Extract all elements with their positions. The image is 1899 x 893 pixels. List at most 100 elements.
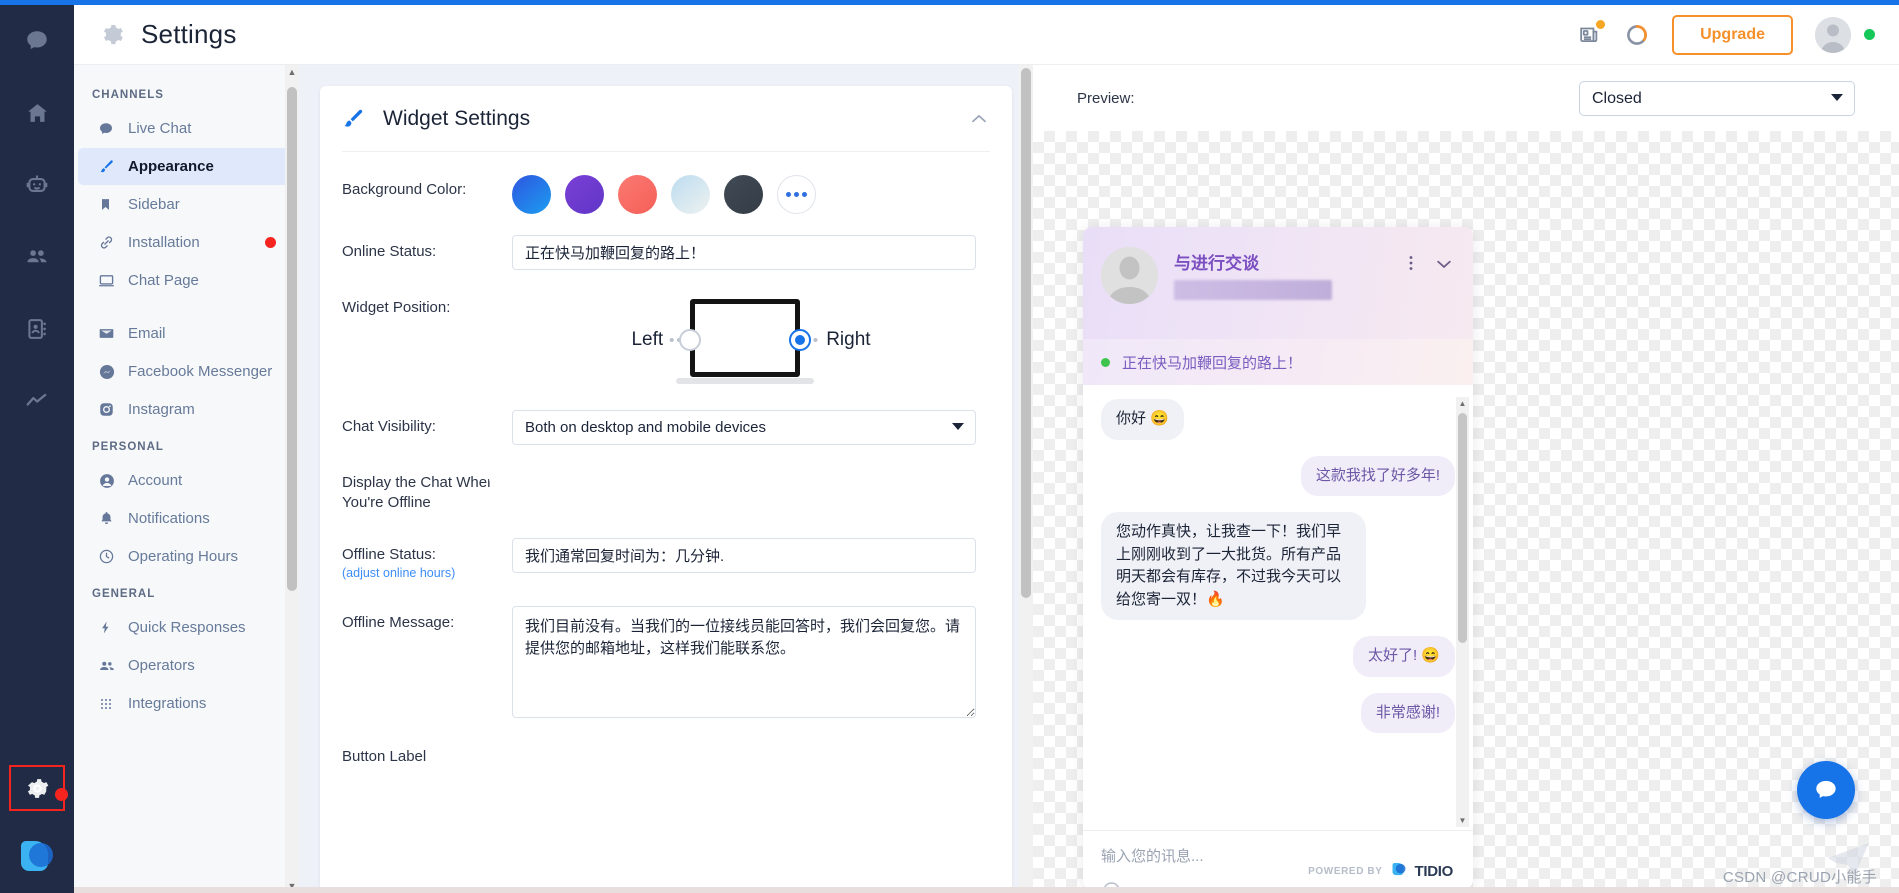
offline-message-textarea[interactable]: 我们目前没有。当我们的一位接线员能回答时，我们会回复您。请提供您的邮箱地址，这样… [512,605,976,718]
header-actions: Upgrade [1577,14,1899,55]
preview-state-select[interactable]: Closed [1579,80,1855,116]
widget-status-text: 正在快马加鞭回复的路上！ [1122,354,1303,372]
gear-icon [98,21,125,48]
bottom-strip [74,887,1899,893]
widget-header-actions [1401,247,1455,339]
widget-position-right-radio[interactable] [788,329,811,351]
laptop-illustration [675,293,814,387]
sidebar-item-label: Quick Responses [128,619,246,636]
chat-visibility-field: Both on desktop and mobile devices [512,410,990,445]
online-status-dot [1864,29,1875,40]
nav-scrollbar[interactable]: ▲ ▼ [285,65,299,893]
message-row: 这款我找了好多年! [1101,455,1455,513]
sidebar-item-instagram[interactable]: Instagram [78,391,290,428]
display-offline-label: Display the Chat When You're Offline [342,474,496,512]
app-root: Settings Upgrade CHANNELS Live Chat Appe… [0,0,1899,893]
row-offline-message: Offline Message: 我们目前没有。当我们的一位接线员能回答时，我们… [342,582,990,723]
sidebar-item-facebook-messenger[interactable]: Facebook Messenger [78,353,290,390]
widget-position-left-radio[interactable] [678,329,701,351]
sidebar-item-operating-hours[interactable]: Operating Hours [78,538,290,575]
rail-item-visitors[interactable] [0,221,74,293]
chat-widget-preview: 与进行交谈 正在快马加鞭回复的路上！ 你好 😄 这款我找了好多年! 您动作真快，… [1083,227,1473,889]
button-label-label: Button Label [342,747,427,765]
color-swatch-coral[interactable] [618,175,657,214]
message-row: 您动作真快，让我查一下！我们早上刚刚收到了一大批货。所有产品明天都会有库存，不过… [1101,512,1455,636]
tidio-logo-icon[interactable] [0,821,74,893]
chat-visibility-select-wrap: Both on desktop and mobile devices [512,410,976,445]
row-chat-visibility: Chat Visibility: Both on desktop and mob… [342,389,990,445]
upgrade-button[interactable]: Upgrade [1672,14,1793,55]
rail-item-home[interactable] [0,77,74,149]
offline-status-label: Offline Status: (adjust online hours) [342,538,512,582]
bell-icon [98,510,122,527]
widget-position-left-label: Left [631,329,664,350]
nav-gap [74,300,298,314]
color-swatch-dark[interactable] [724,175,763,214]
preview-header: Preview: Closed [1033,65,1899,131]
preview-panel: Preview: Closed 与进行交谈 正在快马加鞭回复的路上！ 你好 😄 … [1033,65,1899,893]
color-swatch-list [512,173,990,214]
news-icon[interactable] [1577,20,1606,47]
left-icon-rail [0,5,74,893]
sidebar-item-live-chat[interactable]: Live Chat [78,110,290,147]
color-swatch-blue[interactable] [512,175,551,214]
row-display-offline: Display the Chat When You're Offline [342,445,990,514]
sidebar-item-sidebar[interactable]: Sidebar [78,186,290,223]
adjust-online-hours-link[interactable]: (adjust online hours) [342,565,512,582]
color-swatch-light-blue[interactable] [671,175,710,214]
sidebar-item-account[interactable]: Account [78,462,290,499]
kebab-menu-icon[interactable] [1401,253,1421,278]
widget-position-field: Left •• •• Right [512,291,990,389]
sidebar-item-installation[interactable]: Installation [78,224,290,261]
chat-visibility-select[interactable]: Both on desktop and mobile devices [512,410,976,445]
ellipsis-icon[interactable] [777,175,816,214]
sidebar-item-appearance[interactable]: Appearance [78,148,290,185]
chat-bubble-icon [98,121,122,137]
rail-item-analytics[interactable] [0,365,74,437]
rail-item-chat[interactable] [0,5,74,77]
sidebar-item-label: Account [128,472,183,489]
offline-status-input[interactable] [512,537,976,573]
widget-title: 与进行交谈 [1174,254,1259,273]
rail-item-bots[interactable] [0,149,74,221]
chevron-down-icon[interactable] [1433,253,1455,280]
offline-status-field [512,537,990,573]
sidebar-item-quick-responses[interactable]: Quick Responses [78,609,290,646]
sidebar-item-email[interactable]: Email [78,315,290,352]
avatar[interactable] [1815,16,1875,53]
rail-item-contacts[interactable] [0,293,74,365]
sidebar-item-operators[interactable]: Operators [78,647,290,684]
widget-header-text: 与进行交谈 [1174,247,1401,339]
sidebar-item-chat-page[interactable]: Chat Page [78,262,290,299]
sidebar-item-notifications[interactable]: Notifications [78,500,290,537]
widget-position-picker: Left •• •• Right [512,291,990,389]
progress-ring-icon[interactable] [1624,22,1650,48]
widget-scrollbar[interactable]: ▲ ▼ [1456,397,1469,827]
sidebar-item-label: Live Chat [128,120,192,137]
online-status-input[interactable] [512,235,976,270]
message-row: 你好 😄 [1101,399,1455,456]
nav-group-label: PERSONAL [92,441,164,453]
nav-scrollbar-thumb[interactable] [287,87,297,591]
brush-icon [98,158,122,175]
message-bubble-incoming: 您动作真快，让我查一下！我们早上刚刚收到了一大批货。所有产品明天都会有库存，不过… [1101,512,1366,620]
top-accent-bar [0,0,1899,5]
widget-scrollbar-thumb[interactable] [1458,413,1467,643]
chevron-up-icon[interactable]: ▲ [285,65,299,79]
sidebar-item-integrations[interactable]: Integrations [78,685,290,722]
monitor-icon [98,272,122,289]
installation-alert-badge [265,237,276,248]
app-header: Settings Upgrade [74,5,1899,65]
rail-item-settings[interactable] [9,765,68,811]
chat-launcher-button[interactable] [1797,761,1855,819]
message-row: 非常感谢! [1101,692,1455,750]
grid-icon [98,696,122,712]
toggle-knob [489,468,510,489]
chevron-up-icon[interactable] [968,108,990,130]
chevron-down-icon[interactable]: ▼ [1456,814,1469,827]
sidebar-item-label: Operators [128,657,195,674]
chevron-up-icon[interactable]: ▲ [1456,397,1469,410]
color-swatch-purple[interactable] [565,175,604,214]
main-scrollbar[interactable] [1019,65,1033,893]
main-scrollbar-thumb[interactable] [1021,68,1031,598]
